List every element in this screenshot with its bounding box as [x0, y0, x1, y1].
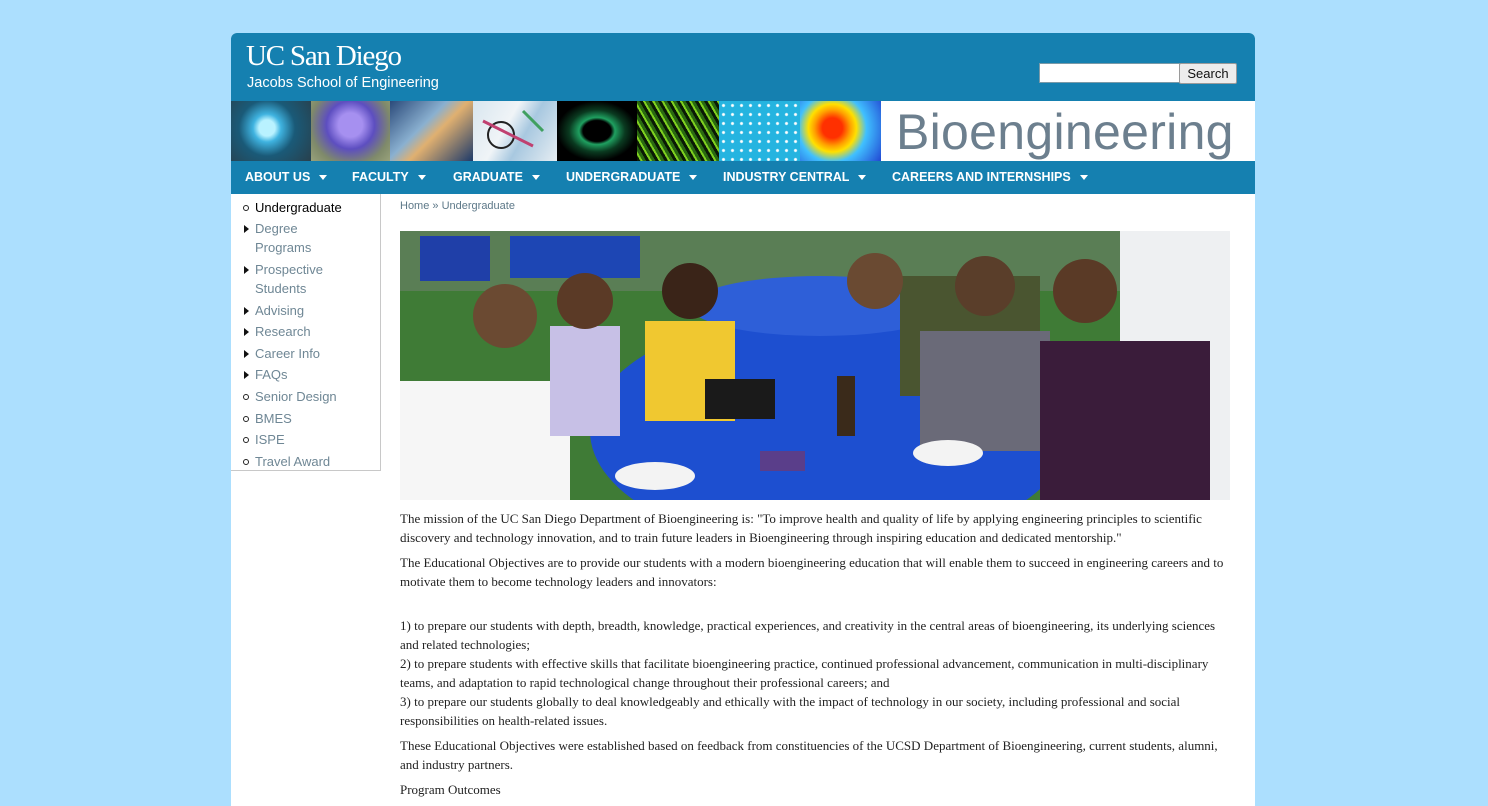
breadcrumb-separator: » [429, 200, 442, 212]
banner-image-2 [311, 101, 390, 161]
chevron-down-icon [531, 175, 540, 181]
students-photo [400, 231, 1230, 500]
nav-label: UNDERGRADUATE [566, 170, 681, 184]
expand-arrow-icon [244, 350, 249, 358]
sidebar-item-label: Undergraduate [255, 200, 342, 215]
nav-label: ABOUT US [245, 170, 311, 184]
breadcrumb: Home » Undergraduate [400, 200, 515, 212]
breadcrumb-home-link[interactable]: Home [400, 200, 429, 212]
sidebar-item-label: ISPE [255, 432, 285, 447]
sidebar-item-bmes[interactable]: BMES [243, 409, 375, 428]
sidebar-item-travel-award[interactable]: Travel Award [243, 452, 375, 471]
expand-arrow-icon [244, 307, 249, 315]
banner-image-8 [800, 101, 881, 161]
sidebar-item-label: FAQs [255, 367, 288, 382]
expand-arrow-icon [244, 328, 249, 336]
main-content: The mission of the UC San Diego Departme… [400, 509, 1235, 805]
banner-image-4 [473, 101, 557, 161]
sidebar-item-senior-design[interactable]: Senior Design [243, 387, 375, 406]
banner-image-3 [390, 101, 473, 161]
bullet-icon [243, 459, 249, 465]
search-button[interactable]: Search [1179, 63, 1237, 84]
chevron-down-icon [319, 175, 328, 181]
bullet-icon [243, 394, 249, 400]
search-input[interactable] [1039, 63, 1180, 83]
objective-3: 3) to prepare our students globally to d… [400, 694, 1181, 728]
sidebar-item-label: BMES [255, 411, 292, 426]
nav-graduate[interactable]: GRADUATE [453, 161, 540, 194]
nav-careers-internships[interactable]: CAREERS AND INTERNSHIPS [892, 161, 1088, 194]
sidebar-item-research[interactable]: Research [244, 322, 375, 341]
sidebar-item-label: Prospective Students [255, 262, 323, 296]
chevron-down-icon [858, 175, 867, 181]
department-title: Bioengineering [896, 104, 1234, 160]
chevron-down-icon [417, 175, 426, 181]
bullet-icon [243, 416, 249, 422]
nav-label: FACULTY [352, 170, 409, 184]
program-outcomes-heading: Program Outcomes [400, 782, 501, 797]
ucsd-logo[interactable]: UC San Diego [246, 41, 402, 71]
sidebar-item-label: Senior Design [255, 389, 337, 404]
expand-arrow-icon [244, 225, 249, 233]
nav-about-us[interactable]: ABOUT US [245, 161, 328, 194]
site-header: UC San Diego Jacobs School of Engineerin… [231, 33, 1255, 101]
nav-label: CAREERS AND INTERNSHIPS [892, 170, 1071, 184]
sidebar-item-undergraduate[interactable]: Undergraduate [243, 198, 375, 217]
mission-paragraph: The mission of the UC San Diego Departme… [400, 511, 1202, 545]
sidebar-menu: Undergraduate Degree Programs Prospectiv… [231, 194, 381, 471]
sidebar-item-label: Degree Programs [255, 221, 312, 255]
nav-undergraduate[interactable]: UNDERGRADUATE [566, 161, 698, 194]
banner-image-7 [719, 101, 800, 161]
bullet-icon [243, 437, 249, 443]
sidebar-item-degree-programs[interactable]: Degree Programs [244, 219, 335, 257]
molecule-icon [482, 109, 545, 149]
students-photo-illustration [400, 231, 1230, 500]
expand-arrow-icon [244, 371, 249, 379]
jacobs-school-logo-text[interactable]: Jacobs School of Engineering [247, 75, 439, 91]
nav-industry-central[interactable]: INDUSTRY CENTRAL [723, 161, 867, 194]
banner-image-5 [557, 101, 637, 161]
page-container: UC San Diego Jacobs School of Engineerin… [231, 33, 1255, 806]
sidebar-item-advising[interactable]: Advising [244, 301, 375, 320]
main-nav: ABOUT US FACULTY GRADUATE UNDERGRADUATE … [231, 161, 1255, 194]
nav-faculty[interactable]: FACULTY [352, 161, 426, 194]
sidebar-item-prospective-students[interactable]: Prospective Students [244, 260, 345, 298]
sidebar-item-label: Research [255, 324, 311, 339]
sidebar-item-label: Travel Award [255, 454, 331, 469]
objective-2: 2) to prepare students with effective sk… [400, 656, 1209, 690]
sidebar-item-label: Career Info [255, 346, 321, 361]
sidebar-item-career-info[interactable]: Career Info [244, 344, 375, 363]
banner: Bioengineering [231, 101, 1255, 161]
objectives-basis-paragraph: These Educational Objectives were establ… [400, 738, 1218, 772]
objective-1: 1) to prepare our students with depth, b… [400, 618, 1216, 652]
expand-arrow-icon [244, 266, 249, 274]
chevron-down-icon [1079, 175, 1088, 181]
sidebar-item-label: Advising [255, 303, 305, 318]
sidebar-item-ispe[interactable]: ISPE [243, 430, 375, 449]
chevron-down-icon [689, 175, 698, 181]
sidebar-item-faqs[interactable]: FAQs [244, 365, 375, 384]
banner-image-6 [637, 101, 719, 161]
objectives-intro-paragraph: The Educational Objectives are to provid… [400, 555, 1224, 589]
nav-label: GRADUATE [453, 170, 523, 184]
banner-image-1 [231, 101, 311, 161]
bullet-icon [243, 205, 249, 211]
breadcrumb-current-link[interactable]: Undergraduate [442, 200, 515, 212]
nav-label: INDUSTRY CENTRAL [723, 170, 850, 184]
